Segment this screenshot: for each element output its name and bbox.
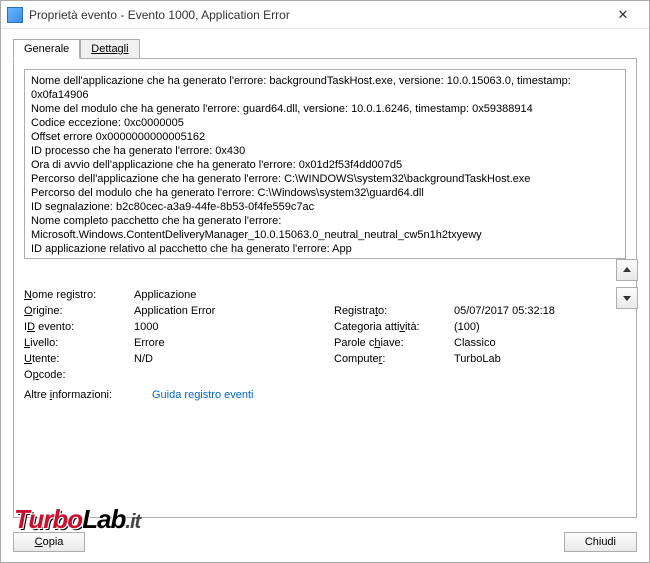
tab-bar: Generale Dettagli <box>13 39 637 59</box>
copy-button[interactable]: Copia <box>13 532 85 552</box>
arrow-up-icon <box>622 265 632 275</box>
level-label: Livello: <box>24 337 134 349</box>
footer: Copia Chiudi <box>1 526 649 562</box>
close-icon[interactable]: ✕ <box>603 1 643 29</box>
more-info-row: Altre informazioni: Guida registro event… <box>24 389 626 401</box>
arrow-down-icon <box>622 293 632 303</box>
level-value: Errore <box>134 337 334 349</box>
opcode-label: Opcode: <box>24 369 134 381</box>
computer-value: TurboLab <box>454 353 594 365</box>
close-button[interactable]: Chiudi <box>564 532 637 552</box>
tab-panel-general: Nome dell'applicazione che ha generato l… <box>13 58 637 518</box>
details-grid: Nome registro: Applicazione Origine: App… <box>24 289 626 381</box>
opcode-value <box>134 369 334 381</box>
down-arrow-button[interactable] <box>616 287 638 309</box>
event-id-label: ID evento: <box>24 321 134 333</box>
log-name-label: Nome registro: <box>24 289 134 301</box>
tab-general[interactable]: Generale <box>13 39 80 59</box>
nav-buttons <box>616 259 638 309</box>
event-log-help-link[interactable]: Guida registro eventi <box>152 389 254 401</box>
category-value: (100) <box>454 321 594 333</box>
tab-details[interactable]: Dettagli <box>80 39 139 59</box>
logged-label: Registrato: <box>334 305 454 317</box>
user-value: N/D <box>134 353 334 365</box>
keywords-label: Parole chiave: <box>334 337 454 349</box>
up-arrow-button[interactable] <box>616 259 638 281</box>
event-id-value: 1000 <box>134 321 334 333</box>
content-area: Generale Dettagli Nome dell'applicazione… <box>1 29 649 526</box>
computer-label: Computer: <box>334 353 454 365</box>
window-title: Proprietà evento - Evento 1000, Applicat… <box>29 8 603 22</box>
source-label: Origine: <box>24 305 134 317</box>
logged-value: 05/07/2017 05:32:18 <box>454 305 594 317</box>
source-value: Application Error <box>134 305 334 317</box>
app-icon <box>7 7 23 23</box>
event-properties-window: Proprietà evento - Evento 1000, Applicat… <box>0 0 650 563</box>
more-info-label: Altre informazioni: <box>24 389 134 401</box>
keywords-value: Classico <box>454 337 594 349</box>
log-name-value: Applicazione <box>134 289 334 301</box>
error-description-box[interactable]: Nome dell'applicazione che ha generato l… <box>24 69 626 259</box>
user-label: Utente: <box>24 353 134 365</box>
titlebar: Proprietà evento - Evento 1000, Applicat… <box>1 1 649 29</box>
category-label: Categoria attività: <box>334 321 454 333</box>
